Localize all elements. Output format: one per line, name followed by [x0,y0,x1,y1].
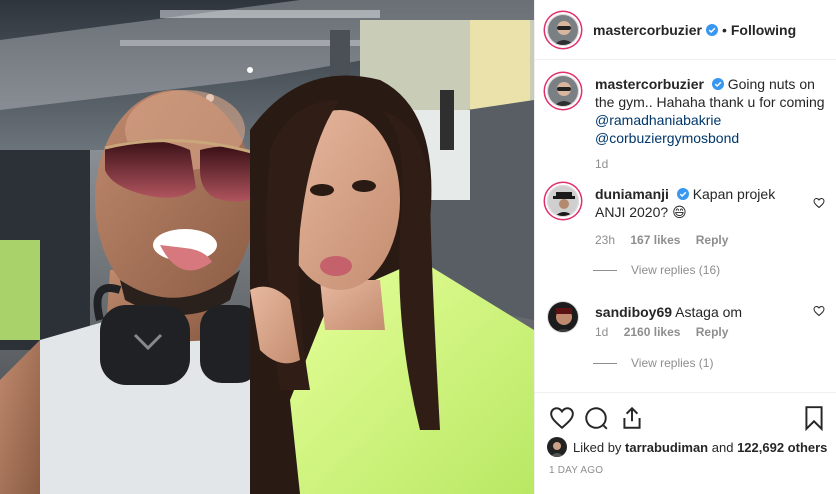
view-replies-button[interactable]: View replies (16) [593,263,720,277]
comment-username[interactable]: duniamanji [595,186,669,202]
author-avatar[interactable] [547,13,579,46]
selfie-illustration [0,0,534,494]
liked-by-prefix: Liked by [573,439,622,455]
author-avatar-image [548,14,578,45]
caption-meta: 1d [595,157,620,171]
post-photo[interactable] [0,0,534,494]
caption-mention-1[interactable]: @ramadhaniabakrie [595,112,721,128]
view-replies-label: View replies (16) [631,263,721,277]
comment-meta: 23h 167 likes Reply [595,233,740,247]
post-timestamp[interactable]: 1 DAY AGO [549,465,603,476]
heart-icon[interactable] [813,197,825,209]
caption-avatar-image [548,76,578,106]
caption-row: mastercorbuzier Going nuts on the gym.. … [547,75,829,185]
comment-time: 23h [595,233,616,247]
post-header: mastercorbuzier • Following [535,0,836,60]
comment-body: Astaga om [675,304,743,320]
comment-username[interactable]: sandiboy69 [595,304,672,320]
comment-likes[interactable]: 167 likes [630,233,680,247]
comment-row: sandiboy69 Astaga om 1d 2160 likes Reply… [547,301,829,391]
comment-time: 1d [595,325,609,339]
caption-text: mastercorbuzier Going nuts on the gym.. … [595,75,825,147]
grin-emoji: 😄 [672,204,687,220]
liker-avatar-image [547,437,567,457]
share-icon[interactable] [619,405,645,431]
commenter-avatar[interactable] [547,301,579,333]
post-details-panel: mastercorbuzier • Following mastercorbuz… [534,0,836,494]
commenter-avatar-image [548,186,578,216]
liked-by-and: and [711,439,734,455]
commenter-avatar[interactable] [547,185,579,217]
caption-time: 1d [595,157,609,171]
liked-by: Liked by tarrabudiman and 122,692 others [547,437,827,457]
liked-by-user[interactable]: tarrabudiman [625,440,708,455]
view-replies-button[interactable]: View replies (1) [593,356,713,370]
replies-divider [593,362,617,364]
heart-icon[interactable] [549,405,575,431]
verified-badge-icon [705,23,718,36]
caption-avatar[interactable] [547,75,579,107]
verified-badge-icon [711,78,724,90]
verified-badge-icon [676,188,689,200]
comment-meta: 1d 2160 likes Reply [595,325,740,339]
reply-button[interactable]: Reply [696,325,729,339]
commenter-avatar-image [548,302,578,332]
comments-section: mastercorbuzier Going nuts on the gym.. … [535,61,836,391]
comment-row: duniamanji Kapan projek ANJI 2020? 😄 23h… [547,185,829,277]
header-separator: • [721,21,727,38]
comment-icon[interactable] [583,405,609,431]
author-username[interactable]: mastercorbuzier [593,22,702,38]
action-icons [547,401,827,437]
replies-divider [593,269,617,271]
following-button[interactable]: Following [731,22,796,38]
bookmark-icon[interactable] [801,405,827,431]
post-actions: Liked by tarrabudiman and 122,692 others… [535,392,836,494]
view-replies-label: View replies (1) [631,356,714,370]
caption-username[interactable]: mastercorbuzier [595,76,704,92]
comment-text: sandiboy69 Astaga om [595,303,795,321]
reply-button[interactable]: Reply [696,233,729,247]
caption-mention-2[interactable]: @corbuziergymosbond [595,130,739,146]
liker-avatar[interactable] [547,437,567,457]
liked-by-others[interactable]: 122,692 others [737,440,827,455]
comment-likes[interactable]: 2160 likes [624,325,681,339]
comment-text: duniamanji Kapan projek ANJI 2020? 😄 [595,185,795,221]
heart-icon[interactable] [813,305,825,317]
